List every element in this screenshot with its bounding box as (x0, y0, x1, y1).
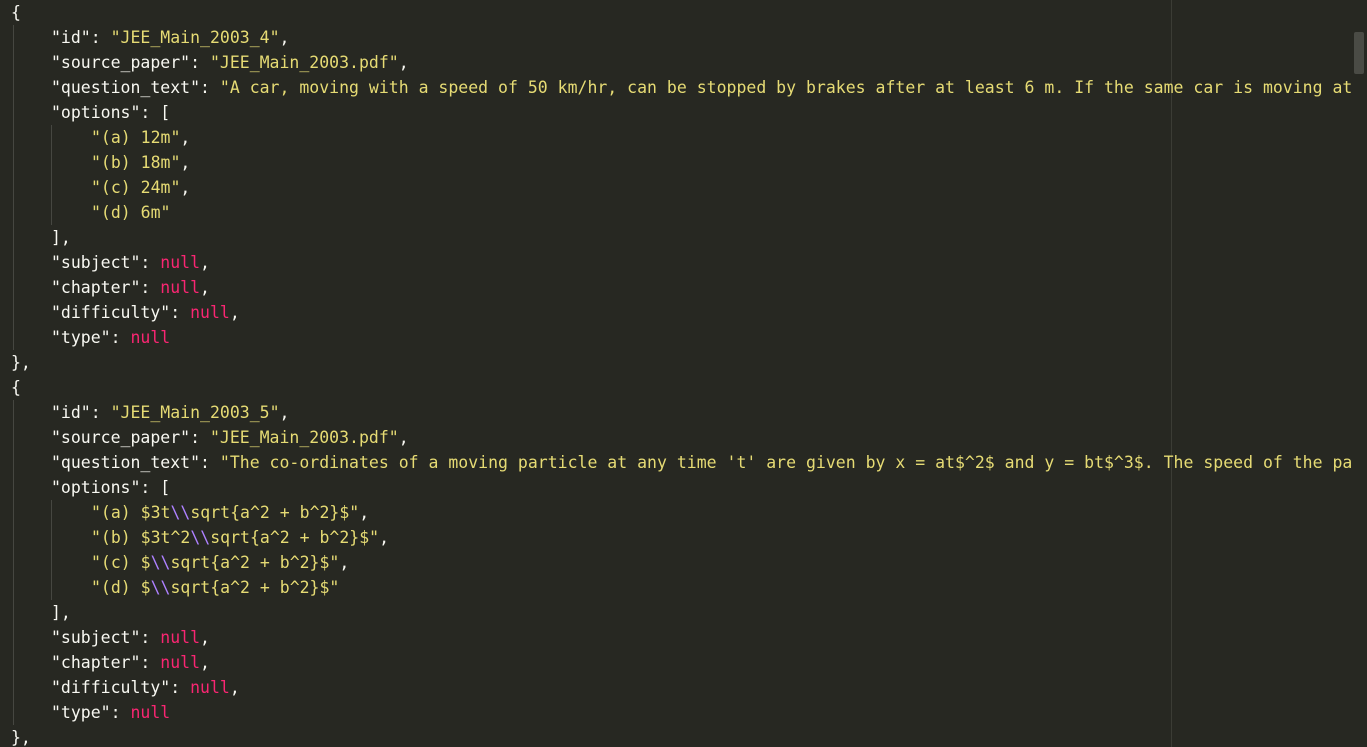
code-editor[interactable]: { "id": "JEE_Main_2003_4", "source_paper… (0, 0, 1367, 747)
close-brace: }, (11, 728, 31, 747)
json-key: "options" (51, 103, 141, 122)
code-line: "type": null (51, 328, 171, 347)
open-bracket: [ (160, 478, 171, 497)
code-line: "subject": null, (51, 628, 210, 647)
code-line: "(c) 24m", (91, 178, 191, 197)
json-key: "subject" (51, 253, 141, 272)
json-key: "question_text" (51, 453, 201, 472)
json-key: "chapter" (51, 278, 141, 297)
code-line: "question_text": "The co-ordinates of a … (51, 453, 1363, 472)
code-line: "chapter": null, (51, 278, 210, 297)
code-line: "(d) 6m" (0, 200, 170, 225)
code-line: "source_paper": "JEE_Main_2003.pdf", (51, 428, 409, 447)
code-line: "difficulty": null, (51, 303, 240, 322)
option-string: "(d) $ (91, 578, 151, 597)
json-key: "source_paper" (51, 53, 191, 72)
wrap-ruler (1171, 0, 1172, 747)
null-value: null (160, 253, 201, 272)
code-line: "chapter": null, (51, 653, 210, 672)
json-key: "chapter" (51, 653, 141, 672)
open-brace: { (11, 3, 21, 22)
code-line: { (0, 0, 21, 25)
code-line: { (0, 375, 21, 400)
json-key: "question_text" (51, 78, 201, 97)
json-string: "JEE_Main_2003.pdf" (209, 53, 399, 72)
code-line: }, (0, 350, 31, 375)
code-line: }, (0, 725, 31, 747)
code-line: "options": [ (51, 478, 171, 497)
escape-sequence: \\ (170, 503, 191, 522)
option-string: "(a) $3t (91, 503, 171, 522)
json-string: "JEE_Main_2003_4" (110, 28, 280, 47)
close-bracket: ], (51, 603, 71, 622)
code-line: "id": "JEE_Main_2003_5", (51, 403, 290, 422)
json-string: "The co-ordinates of a moving particle a… (219, 453, 1363, 472)
code-line: "options": [ (51, 103, 171, 122)
code-line: "source_paper": "JEE_Main_2003.pdf", (51, 53, 409, 72)
json-string: "JEE_Main_2003_5" (110, 403, 280, 422)
null-value: null (190, 678, 230, 697)
json-key: "subject" (51, 628, 141, 647)
json-key: "difficulty" (51, 303, 171, 322)
json-key: "options" (51, 478, 141, 497)
code-line: "(b) 18m", (91, 153, 191, 172)
option-string: "(b) $3t^2 (91, 528, 191, 547)
close-bracket: ], (51, 228, 71, 247)
code-line: "subject": null, (51, 253, 210, 272)
close-brace: }, (11, 353, 31, 372)
scrollbar-thumb[interactable] (1354, 32, 1364, 74)
code-line: ], (0, 600, 71, 625)
json-string: "A car, moving with a speed of 50 km/hr,… (219, 78, 1353, 97)
escape-sequence: \\ (150, 553, 171, 572)
option-string: "(d) 6m" (91, 203, 171, 222)
code-line: "(a) 12m", (91, 128, 191, 147)
code-line: "question_text": "A car, moving with a s… (51, 78, 1353, 97)
json-key: "type" (51, 328, 111, 347)
code-line: "(b) $3t^2\\sqrt{a^2 + b^2}$", (91, 528, 390, 547)
null-value: null (130, 703, 171, 722)
null-value: null (160, 653, 201, 672)
escape-sequence: \\ (150, 578, 171, 597)
json-key: "type" (51, 703, 111, 722)
code-line: "(d) $\\sqrt{a^2 + b^2}$" (91, 578, 340, 597)
option-string: "(a) 12m" (91, 128, 181, 147)
code-line: ], (0, 225, 71, 250)
option-string: "(c) 24m" (91, 178, 181, 197)
code-line: "id": "JEE_Main_2003_4", (51, 28, 290, 47)
open-brace: { (11, 378, 21, 397)
option-string: "(c) $ (91, 553, 151, 572)
code-line: "(a) $3t\\sqrt{a^2 + b^2}$", (91, 503, 370, 522)
null-value: null (160, 628, 201, 647)
vertical-scrollbar[interactable] (1353, 0, 1367, 747)
json-key: "difficulty" (51, 678, 171, 697)
escape-sequence: \\ (190, 528, 211, 547)
json-key: "id" (51, 28, 91, 47)
null-value: null (160, 278, 201, 297)
option-string: "(b) 18m" (91, 153, 181, 172)
code-line: "type": null (51, 703, 171, 722)
null-value: null (130, 328, 171, 347)
code-line: "(c) $\\sqrt{a^2 + b^2}$", (91, 553, 350, 572)
json-key: "source_paper" (51, 428, 191, 447)
code-line: "difficulty": null, (51, 678, 240, 697)
json-key: "id" (51, 403, 91, 422)
open-bracket: [ (160, 103, 171, 122)
json-string: "JEE_Main_2003.pdf" (209, 428, 399, 447)
null-value: null (190, 303, 230, 322)
